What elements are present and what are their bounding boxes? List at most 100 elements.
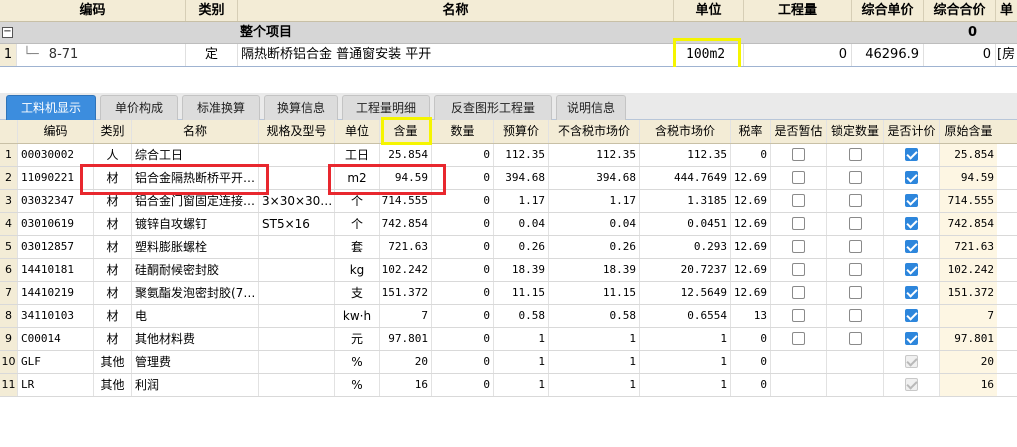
tab-labor-material-machine[interactable]: 工料机显示 xyxy=(6,95,96,120)
table-row[interactable]: 3 03032347 材铝合金门窗固定连接… 3×30×30… 个 714.555 0 1.1… xyxy=(0,190,1017,213)
cell-spec[interactable] xyxy=(259,236,335,258)
cell-spec[interactable] xyxy=(259,328,335,350)
checkbox-icon[interactable] xyxy=(848,263,862,276)
cell-spec[interactable]: ST5×16 xyxy=(259,213,335,235)
cell-qty[interactable]: 0 xyxy=(432,351,494,373)
item-unit[interactable]: 100m2 xyxy=(674,44,744,66)
checkbox-icon[interactable] xyxy=(905,217,918,230)
cell-code[interactable]: GLF xyxy=(18,351,94,373)
cell-is-priced[interactable] xyxy=(884,259,940,281)
col-code[interactable]: 编码 xyxy=(18,120,94,143)
col-name[interactable]: 名称 xyxy=(132,120,259,143)
col-lock-qty[interactable]: 锁定数量 xyxy=(827,120,884,143)
checkbox-icon[interactable] xyxy=(905,194,918,207)
cell-is-estimate[interactable] xyxy=(771,328,827,350)
cell-budget-price[interactable]: 394.68 xyxy=(494,167,549,189)
cell-is-priced[interactable] xyxy=(884,351,940,373)
cell-is-estimate[interactable] xyxy=(771,167,827,189)
cell-is-priced[interactable] xyxy=(884,213,940,235)
group-row[interactable]: − 整个项目 0 xyxy=(0,22,1017,44)
cell-lock-qty[interactable] xyxy=(827,144,884,166)
header-unit[interactable]: 单位 xyxy=(674,0,744,21)
cell-lock-qty[interactable] xyxy=(827,328,884,350)
header-quantity[interactable]: 工程量 xyxy=(744,0,852,21)
cell-unit[interactable]: kg xyxy=(335,259,380,281)
item-name[interactable]: 隔热断桥铝合金 普通窗安装 平开 xyxy=(238,44,674,66)
col-qty[interactable]: 数量 xyxy=(432,120,494,143)
cell-is-estimate[interactable] xyxy=(771,213,827,235)
cell-content[interactable]: 714.555 xyxy=(380,190,432,212)
cell-is-priced[interactable] xyxy=(884,305,940,327)
checkbox-icon[interactable] xyxy=(848,240,862,253)
cell-original-content[interactable]: 25.854 xyxy=(940,144,997,166)
cell-budget-price[interactable]: 0.58 xyxy=(494,305,549,327)
cell-budget-price[interactable]: 0.04 xyxy=(494,213,549,235)
cell-budget-price[interactable]: 18.39 xyxy=(494,259,549,281)
cell-original-content[interactable]: 7 xyxy=(940,305,997,327)
checkbox-icon[interactable] xyxy=(792,309,805,322)
cell-code[interactable]: LR xyxy=(18,374,94,396)
cell-category[interactable]: 材 xyxy=(94,213,132,235)
cell-tax-rate[interactable]: 12.69 xyxy=(731,282,771,304)
cell-content[interactable]: 20 xyxy=(380,351,432,373)
cell-original-content[interactable]: 102.242 xyxy=(940,259,997,281)
cell-code[interactable]: 00030002 xyxy=(18,144,94,166)
cell-category[interactable]: 其他 xyxy=(94,351,132,373)
cell-qty[interactable]: 0 xyxy=(432,144,494,166)
cell-spec[interactable]: 3×30×30… xyxy=(259,190,335,212)
col-unit[interactable]: 单位 xyxy=(335,120,380,143)
cell-unit[interactable]: 个 xyxy=(335,190,380,212)
cell-tax-rate[interactable]: 12.69 xyxy=(731,259,771,281)
cell-spec[interactable] xyxy=(259,305,335,327)
cell-lock-qty[interactable] xyxy=(827,190,884,212)
header-category[interactable]: 类别 xyxy=(186,0,238,21)
cell-lock-qty[interactable] xyxy=(827,167,884,189)
cell-name[interactable]: 综合工日 xyxy=(132,144,259,166)
checkbox-icon[interactable] xyxy=(792,217,805,230)
cell-code[interactable]: 34110103 xyxy=(18,305,94,327)
cell-is-estimate[interactable] xyxy=(771,144,827,166)
cell-unit[interactable]: 套 xyxy=(335,236,380,258)
cell-unit[interactable]: 个 xyxy=(335,213,380,235)
col-spec[interactable]: 规格及型号 xyxy=(259,120,335,143)
table-row[interactable]: 7 14410219 材聚氨酯发泡密封胶(7… 支 151.372 0 11.15 11.15… xyxy=(0,282,1017,305)
cell-category[interactable]: 材 xyxy=(94,167,132,189)
cell-code[interactable]: 03010619 xyxy=(18,213,94,235)
checkbox-icon[interactable] xyxy=(905,378,918,391)
cell-original-content[interactable]: 97.801 xyxy=(940,328,997,350)
cell-tax-rate[interactable]: 12.69 xyxy=(731,190,771,212)
cell-market-price-ex-tax[interactable]: 0.26 xyxy=(549,236,640,258)
cell-content[interactable]: 742.854 xyxy=(380,213,432,235)
cell-market-price-in-tax[interactable]: 12.5649 xyxy=(640,282,731,304)
cell-tax-rate[interactable]: 0 xyxy=(731,374,771,396)
col-original-content[interactable]: 原始含量 xyxy=(940,120,997,143)
cell-category[interactable]: 材 xyxy=(94,236,132,258)
cell-category[interactable]: 材 xyxy=(94,305,132,327)
cell-category[interactable]: 人 xyxy=(94,144,132,166)
table-row[interactable]: 4 03010619 材镀锌自攻螺钉 ST5×16 个 742.854 0 0.04 0.04 0… xyxy=(0,213,1017,236)
cell-name[interactable]: 管理费 xyxy=(132,351,259,373)
cell-is-priced[interactable] xyxy=(884,374,940,396)
cell-market-price-ex-tax[interactable]: 0.04 xyxy=(549,213,640,235)
cell-original-content[interactable]: 721.63 xyxy=(940,236,997,258)
cell-market-price-ex-tax[interactable]: 112.35 xyxy=(549,144,640,166)
cell-is-priced[interactable] xyxy=(884,328,940,350)
col-budget-price[interactable]: 预算价 xyxy=(494,120,549,143)
header-name[interactable]: 名称 xyxy=(238,0,674,21)
cell-market-price-ex-tax[interactable]: 11.15 xyxy=(549,282,640,304)
cell-lock-qty[interactable] xyxy=(827,351,884,373)
cell-market-price-ex-tax[interactable]: 394.68 xyxy=(549,167,640,189)
cell-qty[interactable]: 0 xyxy=(432,190,494,212)
cell-content[interactable]: 94.59 xyxy=(380,167,432,189)
item-quantity[interactable]: 0 xyxy=(744,44,852,66)
checkbox-icon[interactable] xyxy=(905,309,918,322)
cell-market-price-in-tax[interactable]: 0.0451 xyxy=(640,213,731,235)
cell-unit[interactable]: % xyxy=(335,351,380,373)
checkbox-icon[interactable] xyxy=(848,332,862,345)
table-row[interactable]: 5 03012857 材塑料膨胀螺栓套 721.63 0 0.26 0.26 0.293 12.… xyxy=(0,236,1017,259)
cell-original-content[interactable]: 742.854 xyxy=(940,213,997,235)
cell-market-price-ex-tax[interactable]: 18.39 xyxy=(549,259,640,281)
cell-name[interactable]: 电 xyxy=(132,305,259,327)
splitter[interactable] xyxy=(0,67,1017,93)
cell-code[interactable]: 11090221 xyxy=(18,167,94,189)
